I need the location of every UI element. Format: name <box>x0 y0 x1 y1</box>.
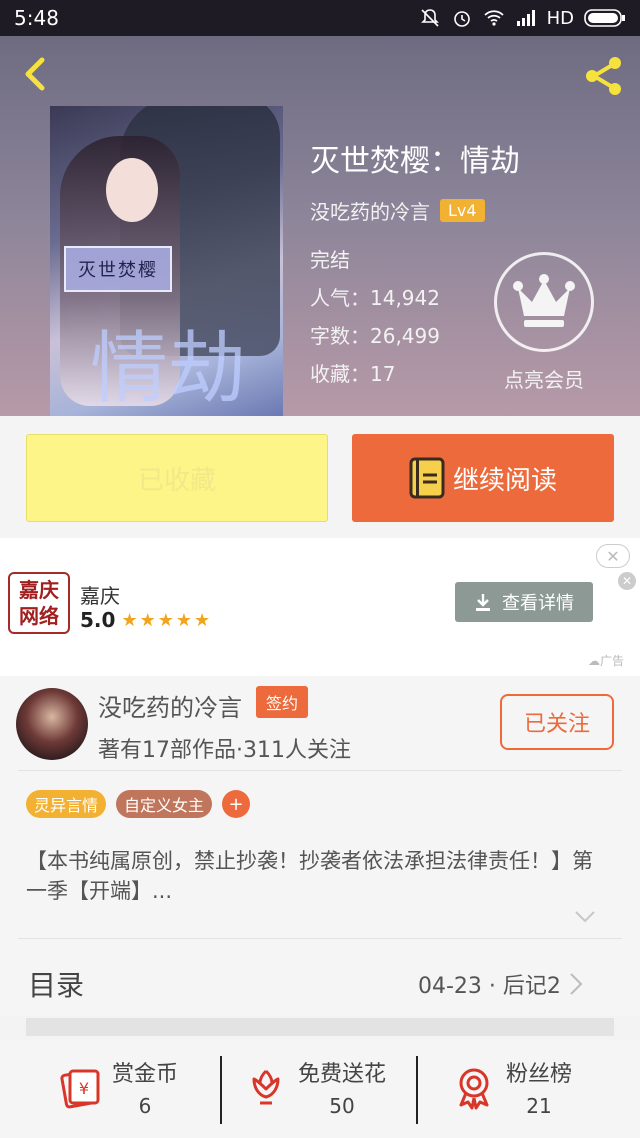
reward-coins-button[interactable]: ¥ 赏金币 6 <box>56 1056 178 1118</box>
ad-score: 5.0 <box>80 608 116 632</box>
chevron-right-icon <box>570 973 583 995</box>
book-popularity: 人气：14,942 <box>310 286 440 310</box>
status-bar: 5:48 HD <box>0 0 640 36</box>
cover-title-plate: 灭世焚樱 <box>64 246 172 292</box>
share-icon[interactable] <box>582 54 626 98</box>
divider <box>18 938 622 939</box>
table-of-contents-label[interactable]: 目录 <box>28 964 84 1004</box>
author-row: 没吃药的冷言 Lv4 <box>310 196 485 225</box>
tag-item[interactable]: 自定义女主 <box>116 790 213 818</box>
ad-details-button[interactable]: 查看详情 <box>455 582 593 622</box>
medal-icon <box>459 1068 489 1110</box>
battery-icon <box>584 9 625 27</box>
clock: 5:48 <box>14 6 59 30</box>
chevron-down-icon[interactable] <box>574 910 596 924</box>
reward-coins-value: 6 <box>138 1094 152 1118</box>
download-icon <box>476 594 490 611</box>
fan-ranking-label: 粉丝榜 <box>506 1062 573 1087</box>
cover-face <box>106 158 158 222</box>
book-cover[interactable]: 灭世焚樱 情劫 <box>50 106 283 416</box>
book-status: 完结 <box>310 248 350 272</box>
divider <box>416 1056 418 1124</box>
mute-icon <box>420 9 439 27</box>
book-icon <box>409 457 445 499</box>
ad-banner[interactable]: ✕ ✕ 嘉庆 网络 嘉庆 5.0 ★★★★★ 查看详情 ☁广告 <box>0 538 640 676</box>
section-divider-bar <box>26 1018 614 1036</box>
tag-list: 灵异言情 自定义女主 + <box>26 790 251 818</box>
signed-badge: 签约 <box>256 686 309 718</box>
author-stats: 著有17部作品·311人关注 <box>98 738 351 763</box>
reward-coins-label: 赏金币 <box>112 1062 179 1087</box>
crown-icon <box>513 274 575 327</box>
send-flower-button[interactable]: 免费送花 50 <box>242 1056 386 1118</box>
status-icons: HD <box>419 7 626 29</box>
vip-label[interactable]: 点亮会员 <box>480 364 608 393</box>
vip-crown-button[interactable] <box>494 252 594 352</box>
book-favorites: 收藏：17 <box>310 362 396 386</box>
wifi-icon <box>483 10 504 26</box>
book-title: 灭世焚樱：情劫 <box>310 144 520 179</box>
book-description[interactable]: 【本书纯属原创，禁止抄袭！抄袭者依法承担法律责任！】第一季【开端】... <box>26 846 596 906</box>
author-panel: 没吃药的冷言 签约 著有17部作品·311人关注 已关注 灵异言情 自定义女主 … <box>0 676 640 1016</box>
continue-reading-button[interactable]: 继续阅读 <box>352 434 614 522</box>
add-tag-icon[interactable]: + <box>222 790 251 818</box>
coin-envelope-icon: ¥ <box>60 1069 100 1109</box>
author-avatar[interactable] <box>16 688 88 760</box>
network-type: HD <box>546 7 574 29</box>
ad-dismiss-icon[interactable]: ✕ <box>618 572 636 590</box>
author-name[interactable]: 没吃药的冷言 <box>310 196 430 225</box>
ad-rating: 5.0 ★★★★★ <box>80 608 212 632</box>
ad-tag: ☁广告 <box>588 654 625 668</box>
follow-button[interactable]: 已关注 <box>500 694 614 750</box>
ad-app-name: 嘉庆 <box>80 584 120 608</box>
action-bar: 已收藏 继续阅读 <box>0 416 640 538</box>
tag-item[interactable]: 灵异言情 <box>26 790 107 818</box>
signal-icon <box>516 10 535 26</box>
fan-ranking-value: 21 <box>526 1094 552 1118</box>
send-flower-value: 50 <box>329 1094 355 1118</box>
book-header: 灭世焚樱 情劫 灭世焚樱：情劫 没吃药的冷言 Lv4 完结 人气：14,942 … <box>0 36 640 416</box>
divider <box>220 1056 222 1124</box>
fan-ranking-button[interactable]: 粉丝榜 21 <box>450 1056 572 1118</box>
latest-chapter[interactable]: 04-23 · 后记2 <box>418 968 583 1000</box>
bottom-stats: ¥ 赏金币 6 免费送花 50 粉丝榜 21 <box>0 1040 640 1138</box>
ad-close-button[interactable]: ✕ <box>596 544 630 568</box>
star-rating-icon: ★★★★★ <box>121 609 213 631</box>
level-badge: Lv4 <box>440 199 485 222</box>
alarm-icon <box>453 11 470 27</box>
send-flower-label: 免费送花 <box>298 1062 387 1087</box>
book-word-count: 字数：26,499 <box>310 324 440 348</box>
divider <box>18 770 622 771</box>
ad-app-logo: 嘉庆 网络 <box>8 572 70 634</box>
cover-calligraphy: 情劫 <box>90 324 247 414</box>
flower-icon <box>252 1069 280 1105</box>
back-arrow-icon[interactable] <box>16 54 56 94</box>
author-panel-name[interactable]: 没吃药的冷言 <box>98 688 242 723</box>
svg-text:¥: ¥ <box>79 1079 89 1098</box>
collected-button[interactable]: 已收藏 <box>26 434 328 522</box>
